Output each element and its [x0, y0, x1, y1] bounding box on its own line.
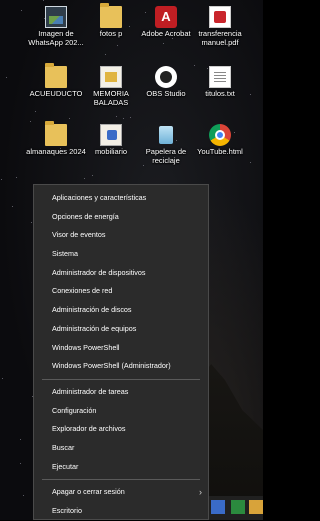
- menu-item-computer-management[interactable]: Administración de equipos: [34, 320, 208, 339]
- star: [84, 178, 85, 179]
- desktop-icon-fotos-p[interactable]: fotos p: [80, 3, 142, 39]
- menu-item-shutdown-signout[interactable]: Apagar o cerrar sesión ›: [34, 483, 208, 502]
- star: [2, 378, 3, 379]
- star: [69, 118, 70, 119]
- star: [16, 177, 17, 178]
- star: [30, 121, 31, 122]
- menu-item-file-explorer[interactable]: Explorador de archivos: [34, 420, 208, 439]
- star: [143, 165, 144, 166]
- desktop-icon-label: YouTube.html: [197, 147, 243, 156]
- desktop-icon-label: fotos p: [99, 29, 123, 38]
- star: [20, 463, 21, 464]
- desktop-icon-label: Imagen de WhatsApp 202...: [28, 29, 84, 47]
- word-document-icon: [100, 124, 122, 146]
- folder-icon: [100, 3, 122, 28]
- menu-item-apps-features[interactable]: Aplicaciones y características: [34, 189, 208, 208]
- desktop-icon-label: OBS Studio: [146, 89, 186, 98]
- star: [12, 206, 13, 207]
- desktop-icon-almanaques-2024[interactable]: almanaques 2024: [25, 121, 87, 157]
- star: [116, 116, 117, 117]
- menu-item-disk-management[interactable]: Administración de discos: [34, 301, 208, 320]
- star: [6, 77, 7, 78]
- star: [23, 495, 24, 496]
- menu-item-event-viewer[interactable]: Visor de eventos: [34, 226, 208, 245]
- menu-item-settings[interactable]: Configuración: [34, 402, 208, 421]
- obs-studio-icon: [155, 66, 177, 88]
- menu-item-powershell-admin[interactable]: Windows PowerShell (Administrador): [34, 357, 208, 376]
- star: [35, 111, 36, 112]
- menu-item-search[interactable]: Buscar: [34, 439, 208, 458]
- taskbar-app-icon[interactable]: [231, 500, 245, 514]
- chevron-right-icon: ›: [199, 487, 202, 498]
- star: [123, 118, 124, 119]
- menu-item-powershell[interactable]: Windows PowerShell: [34, 339, 208, 358]
- desktop-icon-memoria-baladas[interactable]: MEMORIA BALADAS: [80, 66, 142, 107]
- star: [130, 117, 131, 118]
- recycle-bin-icon: [155, 124, 177, 146]
- desktop-icon-label: Papelera de reciclaje: [145, 147, 187, 165]
- desktop-icon-label: titulos.txt: [205, 89, 235, 98]
- document-icon: [100, 66, 122, 88]
- menu-item-run[interactable]: Ejecutar: [34, 458, 208, 477]
- star: [105, 54, 106, 55]
- taskbar-fragment: [209, 496, 263, 520]
- star: [1, 179, 2, 180]
- menu-item-task-manager[interactable]: Administrador de tareas: [34, 383, 208, 402]
- power-user-menu: Aplicaciones y características Opciones …: [33, 184, 209, 520]
- star: [20, 439, 21, 440]
- chrome-icon: [209, 124, 231, 146]
- pdf-file-icon: [209, 6, 231, 28]
- desktop-icon-whatsapp-image[interactable]: Imagen de WhatsApp 202...: [25, 6, 87, 47]
- star: [21, 10, 22, 11]
- folder-icon: [45, 121, 67, 146]
- text-file-icon: [209, 66, 231, 88]
- screen-edge: [263, 0, 292, 520]
- desktop-icon-label: ACUEUDUCTO: [29, 89, 83, 98]
- desktop-icon-label: transferencia manuel.pdf: [198, 29, 242, 47]
- desktop-icon-label: mobiliario: [94, 147, 128, 156]
- star: [163, 43, 164, 44]
- star: [92, 175, 93, 176]
- desktop-icon-acueducto[interactable]: ACUEUDUCTO: [25, 63, 87, 99]
- desktop-icon-adobe-acrobat[interactable]: Adobe Acrobat: [135, 6, 197, 39]
- star: [43, 0, 44, 1]
- taskbar-app-icon[interactable]: [249, 500, 263, 514]
- menu-item-system[interactable]: Sistema: [34, 245, 208, 264]
- desktop-icon-transferencia-pdf[interactable]: transferencia manuel.pdf: [189, 6, 251, 47]
- star: [250, 162, 251, 163]
- menu-separator: [42, 378, 200, 380]
- menu-item-label: Apagar o cerrar sesión: [52, 487, 125, 497]
- desktop-icon-obs-studio[interactable]: OBS Studio: [135, 66, 197, 99]
- taskbar-app-icon[interactable]: [211, 500, 225, 514]
- desktop-icon-titulos-txt[interactable]: titulos.txt: [189, 66, 251, 99]
- desktop-icon-label: almanaques 2024: [26, 147, 86, 156]
- menu-item-desktop[interactable]: Escritorio: [34, 502, 208, 521]
- folder-icon: [45, 63, 67, 88]
- desktop-icon-mobiliario[interactable]: mobiliario: [80, 124, 142, 157]
- menu-item-device-manager[interactable]: Administrador de dispositivos: [34, 264, 208, 283]
- adobe-acrobat-icon: [155, 6, 177, 28]
- image-file-icon: [45, 6, 67, 28]
- menu-item-network-connections[interactable]: Conexiones de red: [34, 282, 208, 301]
- star: [117, 45, 118, 46]
- star: [31, 222, 32, 223]
- desktop-icon-papelera[interactable]: Papelera de reciclaje: [135, 124, 197, 165]
- menu-item-power-options[interactable]: Opciones de energía: [34, 208, 208, 227]
- desktop-icon-label: MEMORIA BALADAS: [93, 89, 129, 107]
- desktop-icon-label: Adobe Acrobat: [141, 29, 191, 38]
- desktop-icon-youtube-html[interactable]: YouTube.html: [189, 124, 251, 157]
- menu-separator: [42, 479, 200, 481]
